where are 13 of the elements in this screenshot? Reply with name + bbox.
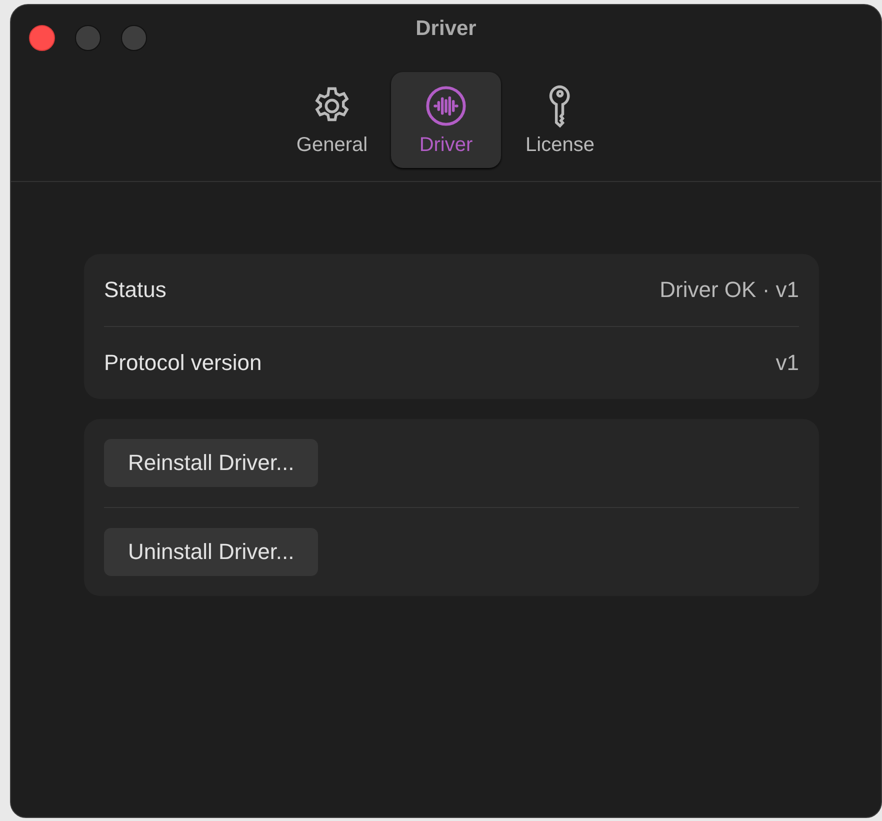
toolbar-tab[interactable]: License xyxy=(505,72,615,168)
minimize-button[interactable] xyxy=(75,25,101,51)
row-value: v1 xyxy=(776,350,799,376)
window-title: Driver xyxy=(416,17,476,41)
toolbar-tab[interactable]: General xyxy=(277,72,387,168)
row-label: Status xyxy=(104,277,166,303)
action-button[interactable]: Uninstall Driver... xyxy=(104,528,318,576)
action-button[interactable]: Reinstall Driver... xyxy=(104,439,318,487)
waveform-circle-icon xyxy=(424,84,468,128)
close-button[interactable] xyxy=(29,25,55,51)
row-value: Driver OK · v1 xyxy=(660,277,799,303)
row-label: Protocol version xyxy=(104,350,262,376)
zoom-button[interactable] xyxy=(121,25,147,51)
